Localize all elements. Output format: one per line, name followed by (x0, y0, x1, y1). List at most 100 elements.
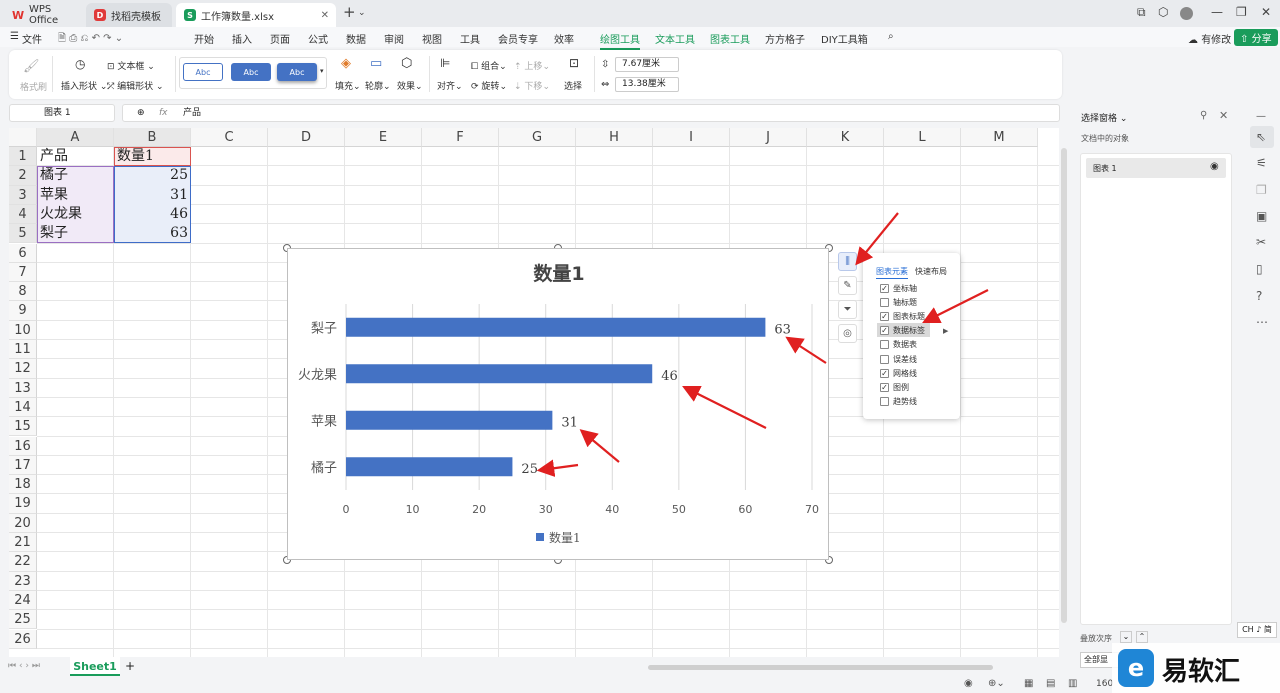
minimize-icon[interactable]: — (1211, 5, 1223, 19)
cell-A2[interactable]: 橘子 (40, 166, 111, 185)
menu-diy[interactable]: DIY工具箱 (821, 31, 868, 46)
row-header-6[interactable]: 6 (9, 243, 37, 263)
group-button[interactable]: ⧠ 组合⌄ (471, 59, 507, 72)
submenu-arrow-icon[interactable]: ▶ (943, 327, 948, 335)
add-sheet-icon[interactable]: + (125, 659, 135, 673)
menu-tools[interactable]: 工具 (460, 31, 480, 46)
height-input[interactable]: 7.67厘米 (615, 57, 679, 72)
menu-chart-tools[interactable]: 图表工具 (710, 31, 750, 46)
column-header-G[interactable]: G (499, 128, 576, 147)
pin-icon[interactable]: ⚲ (1200, 110, 1207, 121)
location-icon[interactable]: ⊕⌄ (988, 678, 1005, 689)
column-header-D[interactable]: D (268, 128, 345, 147)
chart-filter-icon[interactable]: ⏷ (838, 300, 857, 319)
style-shadow-button[interactable]: Abc (277, 63, 317, 81)
row-header-11[interactable]: 11 (9, 340, 37, 360)
sliders-icon[interactable]: ⚟ (1256, 156, 1269, 170)
row-header-23[interactable]: 23 (9, 571, 37, 591)
menu-efficiency[interactable]: 效率 (554, 31, 574, 46)
row-header-4[interactable]: 4 (9, 204, 37, 225)
pointer-icon[interactable]: ⇖ (1256, 130, 1269, 144)
column-header-A[interactable]: A (37, 128, 114, 147)
row-header-18[interactable]: 18 (9, 475, 37, 495)
cell-A1[interactable]: 产品 (40, 147, 111, 166)
row-header-12[interactable]: 12 (9, 359, 37, 379)
page-layout-icon[interactable]: ▤ (1046, 678, 1055, 689)
menu-page[interactable]: 页面 (270, 31, 290, 46)
page-break-icon[interactable]: ▥ (1068, 678, 1077, 689)
formula-bar[interactable]: ⊕ fx 产品 (122, 104, 1060, 122)
minimize-panel-icon[interactable]: — (1256, 111, 1269, 124)
column-header-H[interactable]: H (576, 128, 653, 147)
row-header-17[interactable]: 17 (9, 455, 37, 476)
copy-icon[interactable]: ❐ (1256, 183, 1269, 197)
menu-drawing-tools[interactable]: 绘图工具 (600, 31, 640, 50)
tab-wps-office[interactable]: W WPS Office (4, 3, 82, 27)
column-header-I[interactable]: I (653, 128, 730, 147)
tab-quick-layout[interactable]: 快速布局 (915, 266, 947, 277)
column-header-B[interactable]: B (114, 128, 191, 147)
checkbox-2[interactable] (880, 298, 889, 308)
checkbox-3[interactable]: ✓ (880, 312, 889, 322)
normal-view-icon[interactable]: ▦ (1024, 678, 1033, 689)
row-header-14[interactable]: 14 (9, 397, 37, 418)
chart-style-brush-icon[interactable]: ✎ (838, 276, 857, 295)
chart-elements-icon[interactable]: ⫼ (838, 252, 857, 271)
quick-access-icons[interactable]: 🗎 ⎙ ⎌ ↶ ↷ ⌄ (58, 31, 123, 48)
window-layout-icon[interactable]: ⧉ (1137, 5, 1146, 20)
row-header-13[interactable]: 13 (9, 378, 37, 398)
checkbox-5[interactable] (880, 340, 889, 350)
column-header-M[interactable]: M (961, 128, 1038, 147)
cell-B4[interactable]: 46 (117, 205, 188, 224)
pane-title[interactable]: 选择窗格 ⌄ (1081, 111, 1127, 124)
row-header-10[interactable]: 10 (9, 320, 37, 340)
fill-button[interactable]: 填充⌄ (335, 79, 361, 92)
checkbox-1[interactable]: ✓ (880, 284, 889, 293)
menu-data[interactable]: 数据 (346, 31, 366, 46)
row-header-5[interactable]: 5 (9, 224, 37, 244)
checkbox-4[interactable]: ✓ (880, 326, 889, 336)
menu-view[interactable]: 视图 (422, 31, 442, 46)
text-box-button[interactable]: ⊡ 文本框 ⌄ (107, 59, 155, 72)
row-header-25[interactable]: 25 (9, 610, 37, 630)
horizontal-scrollbar[interactable] (648, 665, 993, 670)
checkbox-7[interactable]: ✓ (880, 368, 889, 378)
menu-formula[interactable]: 公式 (308, 31, 328, 46)
close-icon[interactable]: ✕ (321, 10, 329, 21)
cell-B5[interactable]: 63 (117, 224, 188, 243)
column-header-C[interactable]: C (191, 128, 268, 147)
help-icon[interactable]: ? (1256, 289, 1269, 303)
has-modify[interactable]: ☁ 有修改 (1188, 31, 1231, 46)
hamburger-icon[interactable]: ☰ (10, 31, 19, 42)
row-header-21[interactable]: 21 (9, 533, 37, 553)
cell-A4[interactable]: 火龙果 (40, 205, 111, 224)
cell-B3[interactable]: 31 (117, 186, 188, 205)
select-all-corner[interactable] (9, 128, 37, 147)
row-header-20[interactable]: 20 (9, 513, 37, 533)
column-header-J[interactable]: J (730, 128, 807, 147)
ime-indicator[interactable]: CH ♪ 简 (1237, 622, 1277, 638)
book-icon[interactable]: ▯ (1256, 262, 1269, 276)
chart-settings-icon[interactable]: ◎ (838, 324, 857, 343)
row-header-8[interactable]: 8 (9, 282, 37, 302)
column-header-F[interactable]: F (422, 128, 499, 147)
tab-chart-elements[interactable]: 图表元素 (876, 266, 908, 279)
order-up-icon[interactable]: ⌃ (1136, 631, 1148, 643)
row-header-15[interactable]: 15 (9, 417, 37, 437)
width-input[interactable]: 13.38厘米 (615, 77, 679, 92)
tools-icon[interactable]: ✂ (1256, 235, 1269, 249)
style-outline-button[interactable]: Abc (183, 63, 223, 81)
bar-chart[interactable]: 数量1 0 10 20 30 40 50 60 70 橘子 25 苹果 31 火龙果 46 梨子 63 数量1 (287, 248, 829, 560)
row-header-3[interactable]: 3 (9, 185, 37, 205)
image-icon[interactable]: ▣ (1256, 209, 1269, 223)
menu-member[interactable]: 会员专享 (498, 31, 538, 46)
row-header-2[interactable]: 2 (9, 166, 37, 186)
tab-workbook[interactable]: S 工作簿数量.xlsx ✕ (176, 3, 336, 27)
row-header-16[interactable]: 16 (9, 436, 37, 456)
row-header-7[interactable]: 7 (9, 262, 37, 283)
row-header-22[interactable]: 22 (9, 552, 37, 572)
zoom-level[interactable]: 160 (1096, 679, 1113, 689)
checkbox-9[interactable] (880, 396, 889, 406)
gallery-more-icon[interactable]: ▾ (320, 67, 324, 75)
menu-file[interactable]: 文件 (22, 31, 42, 46)
